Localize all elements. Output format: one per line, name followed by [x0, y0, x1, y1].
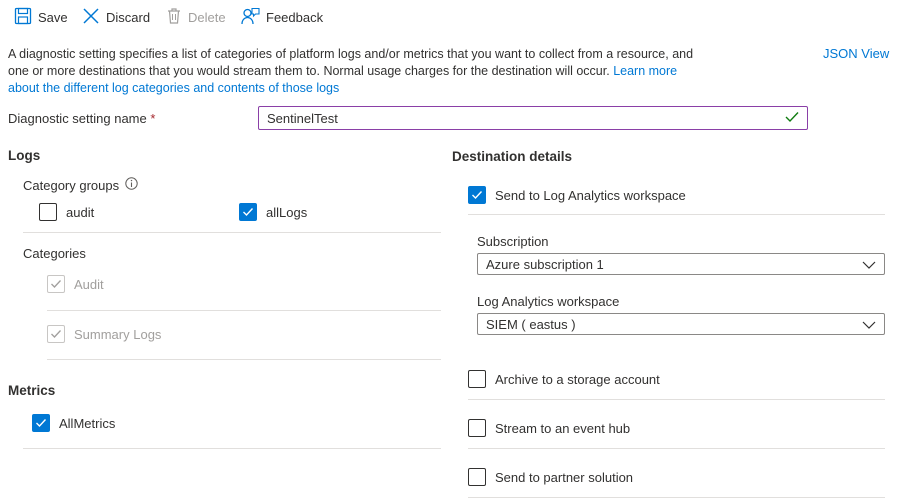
- description: A diagnostic setting specifies a list of…: [8, 46, 708, 97]
- divider: [47, 310, 441, 311]
- group-alllogs-checkbox[interactable]: allLogs: [239, 203, 307, 221]
- required-asterisk: *: [150, 111, 156, 126]
- checkbox-box[interactable]: [47, 275, 65, 293]
- logs-title: Logs: [8, 148, 41, 163]
- category-groups-label: Category groups: [23, 177, 138, 193]
- feedback-button[interactable]: Feedback: [241, 6, 323, 28]
- workspace-value: SIEM ( eastus ): [486, 316, 576, 332]
- destination-title: Destination details: [452, 149, 573, 164]
- category-summary-logs-checkbox[interactable]: Summary Logs: [47, 325, 161, 343]
- discard-label: Discard: [106, 9, 151, 25]
- archive-storage-label: Archive to a storage account: [495, 371, 660, 387]
- json-view-link[interactable]: JSON View: [823, 46, 889, 61]
- checkbox-box[interactable]: [468, 370, 486, 388]
- checkbox-box[interactable]: [468, 468, 486, 486]
- save-label: Save: [38, 9, 68, 25]
- metrics-title: Metrics: [8, 383, 56, 398]
- divider: [468, 448, 885, 449]
- divider: [47, 359, 441, 360]
- checkbox-box[interactable]: [468, 419, 486, 437]
- divider: [468, 497, 885, 498]
- category-audit-label: Audit: [74, 276, 104, 292]
- delete-button[interactable]: Delete: [166, 6, 226, 28]
- close-icon: [82, 7, 100, 28]
- divider: [23, 448, 441, 449]
- metric-allmetrics-label: AllMetrics: [59, 415, 116, 431]
- checkmark-icon: [243, 208, 254, 217]
- discard-button[interactable]: Discard: [82, 6, 150, 28]
- subscription-value: Azure subscription 1: [486, 256, 604, 272]
- setting-name-value: SentinelTest: [267, 110, 338, 126]
- workspace-dropdown[interactable]: SIEM ( eastus ): [477, 313, 885, 335]
- divider: [468, 214, 885, 215]
- group-audit-label: audit: [66, 204, 95, 220]
- feedback-label: Feedback: [266, 9, 324, 25]
- checkbox-box[interactable]: [47, 325, 65, 343]
- feedback-person-icon: [241, 7, 260, 28]
- valid-check-icon: [785, 111, 799, 126]
- save-icon: [14, 7, 32, 28]
- chevron-down-icon: [862, 317, 876, 332]
- partner-solution-checkbox[interactable]: Send to partner solution: [468, 468, 633, 486]
- group-audit-checkbox[interactable]: audit: [39, 203, 94, 221]
- description-text: A diagnostic setting specifies a list of…: [8, 47, 694, 78]
- delete-label: Delete: [188, 9, 226, 25]
- category-groups-text: Category groups: [23, 177, 120, 193]
- checkmark-icon: [51, 280, 61, 288]
- category-summary-logs-label: Summary Logs: [74, 326, 162, 342]
- checkmark-icon: [51, 330, 61, 338]
- checkbox-box[interactable]: [32, 414, 50, 432]
- setting-name-input[interactable]: SentinelTest: [258, 106, 808, 130]
- chevron-down-icon: [862, 257, 876, 272]
- setting-name-label-text: Diagnostic setting name: [8, 111, 147, 126]
- workspace-label: Log Analytics workspace: [477, 294, 620, 309]
- divider: [468, 399, 885, 400]
- info-icon[interactable]: [125, 177, 138, 193]
- trash-icon: [166, 7, 182, 28]
- category-audit-checkbox[interactable]: Audit: [47, 275, 104, 293]
- checkmark-icon: [472, 191, 483, 200]
- partner-solution-label: Send to partner solution: [495, 469, 634, 485]
- checkbox-box[interactable]: [468, 186, 486, 204]
- divider: [23, 232, 441, 233]
- subscription-dropdown[interactable]: Azure subscription 1: [477, 253, 885, 275]
- stream-event-hub-checkbox[interactable]: Stream to an event hub: [468, 419, 630, 437]
- send-log-analytics-checkbox[interactable]: Send to Log Analytics workspace: [468, 186, 686, 204]
- checkbox-box[interactable]: [239, 203, 257, 221]
- metric-allmetrics-checkbox[interactable]: AllMetrics: [32, 414, 115, 432]
- group-alllogs-label: allLogs: [266, 204, 308, 220]
- setting-name-label: Diagnostic setting name *: [8, 111, 155, 126]
- archive-storage-checkbox[interactable]: Archive to a storage account: [468, 370, 660, 388]
- send-log-analytics-label: Send to Log Analytics workspace: [495, 187, 686, 203]
- categories-label: Categories: [23, 246, 86, 261]
- checkmark-icon: [36, 419, 47, 428]
- subscription-label: Subscription: [477, 234, 549, 249]
- checkbox-box[interactable]: [39, 203, 57, 221]
- save-button[interactable]: Save: [14, 6, 68, 28]
- stream-event-hub-label: Stream to an event hub: [495, 420, 631, 436]
